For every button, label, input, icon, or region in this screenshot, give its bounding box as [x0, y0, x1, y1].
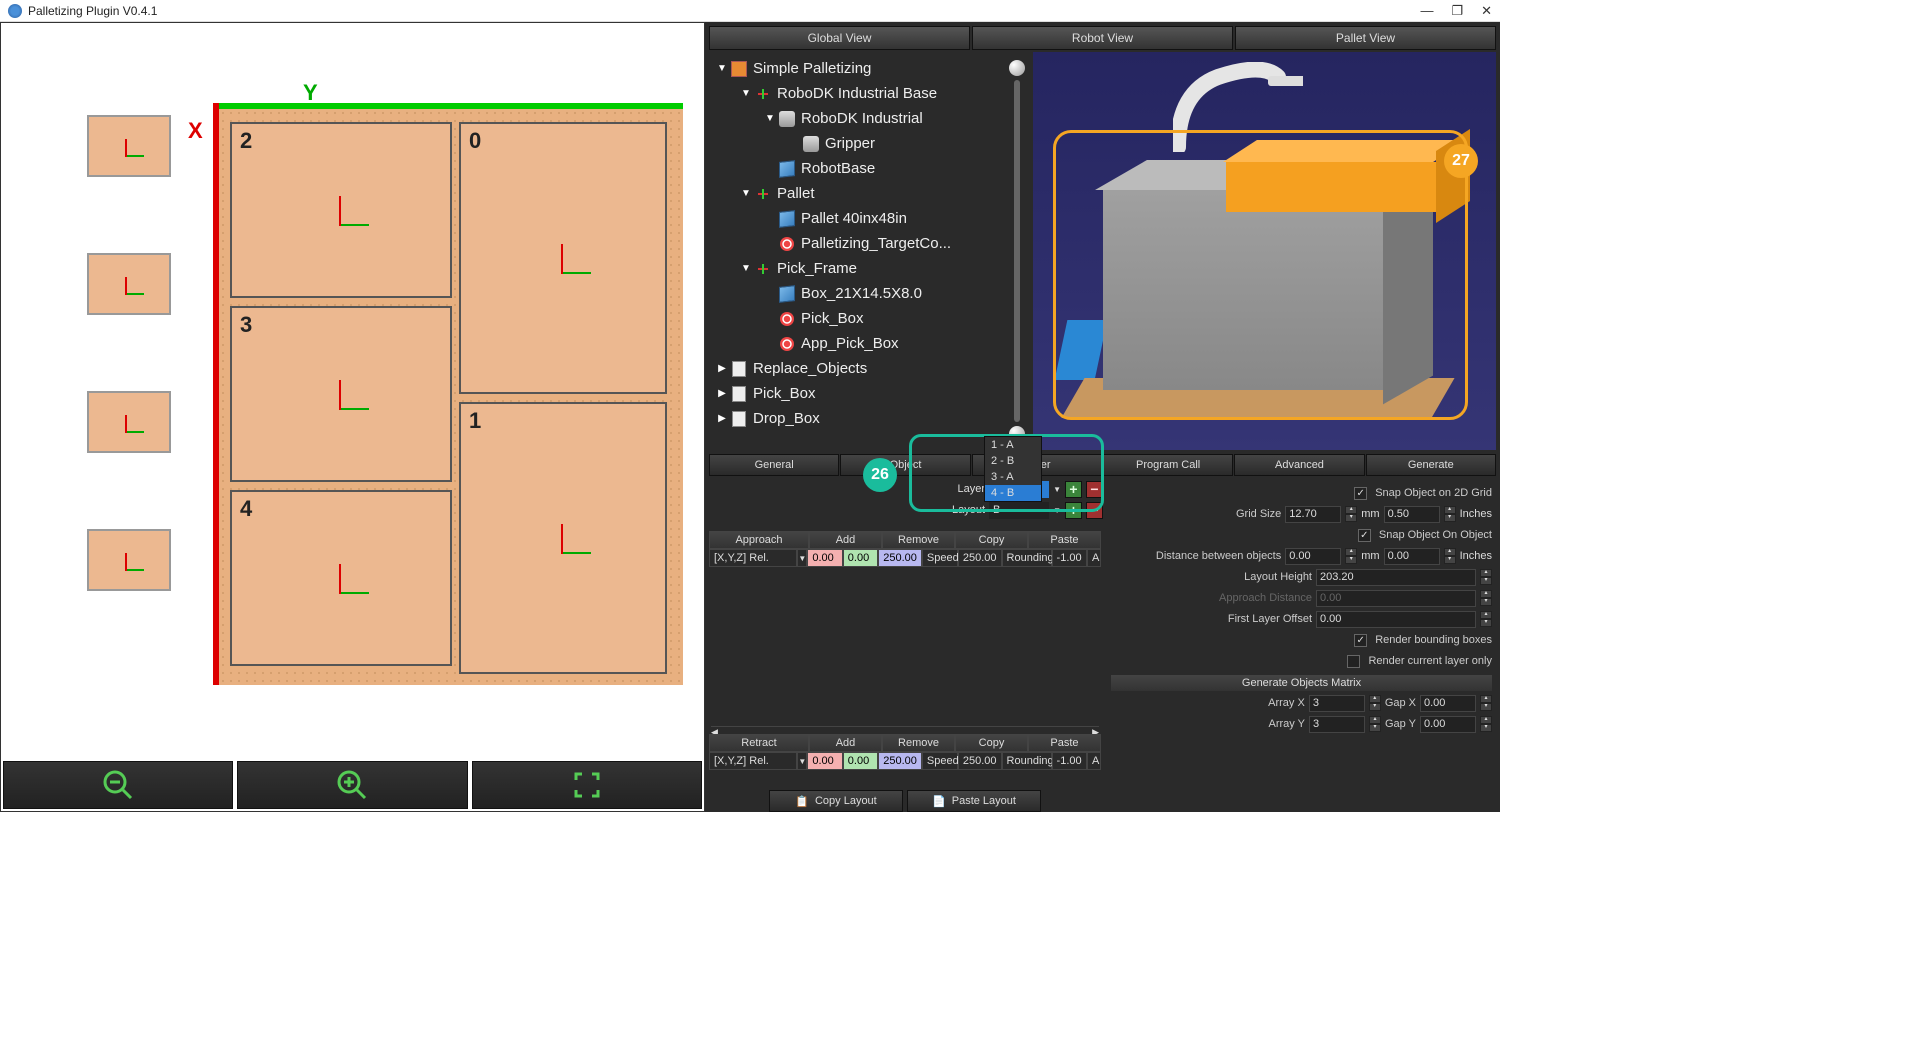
app-icon: [8, 4, 22, 18]
tree-item[interactable]: ▼Simple Palletizing: [709, 56, 1001, 81]
view-tab[interactable]: Pallet View: [1235, 26, 1496, 50]
layer-dropdown-menu[interactable]: 1 - A2 - B3 - A4 - B: [984, 436, 1042, 502]
box-preview-1[interactable]: [87, 253, 171, 315]
viewport-3d[interactable]: 27: [1033, 52, 1496, 450]
annotation-badge-27: 27: [1444, 144, 1478, 178]
minimize-button[interactable]: —: [1420, 3, 1433, 19]
speed-input[interactable]: 250.00: [958, 549, 1002, 567]
window-title: Palletizing Plugin V0.4.1: [28, 4, 157, 18]
gap-y[interactable]: [1420, 716, 1476, 733]
x-input[interactable]: 0.00: [807, 549, 842, 567]
tree-item[interactable]: ▼RoboDK Industrial: [709, 106, 1001, 131]
tree-item[interactable]: Gripper: [709, 131, 1001, 156]
tree-item[interactable]: Box_21X14.5X8.0: [709, 281, 1001, 306]
box-preview-0[interactable]: [87, 115, 171, 177]
remove-button[interactable]: Remove: [882, 531, 955, 549]
array-x[interactable]: [1309, 695, 1365, 712]
distance-in[interactable]: [1384, 548, 1440, 565]
remove-button[interactable]: Remove: [882, 734, 955, 752]
mode-select[interactable]: [X,Y,Z] Rel.: [709, 549, 797, 567]
tree-item[interactable]: Pallet 40inx48in: [709, 206, 1001, 231]
array-y[interactable]: [1309, 716, 1365, 733]
layout-box-2[interactable]: 2: [230, 122, 452, 298]
copy-layout-button[interactable]: 📋Copy Layout: [769, 790, 903, 812]
tree-item[interactable]: ▼Pallet: [709, 181, 1001, 206]
paste-button[interactable]: Paste: [1028, 734, 1101, 752]
close-button[interactable]: ✕: [1481, 3, 1492, 19]
tree-item[interactable]: Pick_Box: [709, 306, 1001, 331]
approach-distance: [1316, 590, 1476, 607]
first-layer-offset[interactable]: [1316, 611, 1476, 628]
copy-button[interactable]: Copy: [955, 531, 1028, 549]
titlebar: Palletizing Plugin V0.4.1 — ❐ ✕: [0, 0, 1500, 22]
view-tab[interactable]: Robot View: [972, 26, 1233, 50]
layout-box-3[interactable]: 3: [230, 306, 452, 482]
y-input[interactable]: 0.00: [843, 752, 878, 770]
fit-view-button[interactable]: [472, 761, 702, 809]
slider-handle-top[interactable]: [1009, 60, 1025, 76]
z-input[interactable]: 250.00: [878, 752, 922, 770]
tree-slider[interactable]: [1007, 52, 1027, 450]
zoom-in-button[interactable]: [237, 761, 467, 809]
distance-mm[interactable]: [1285, 548, 1341, 565]
prop-tab[interactable]: Advanced: [1234, 454, 1364, 476]
tree-item[interactable]: ▶Drop_Box: [709, 406, 1001, 431]
add-button[interactable]: Add: [809, 734, 882, 752]
render-current-layer-checkbox[interactable]: [1347, 655, 1360, 668]
y-input[interactable]: 0.00: [843, 549, 878, 567]
matrix-header: Generate Objects Matrix: [1111, 675, 1492, 691]
snap-object-checkbox[interactable]: ✓: [1358, 529, 1371, 542]
tree-item[interactable]: RobotBase: [709, 156, 1001, 181]
layout-box-1[interactable]: 1: [459, 402, 667, 674]
dropdown-option[interactable]: 3 - A: [985, 469, 1041, 485]
box-preview-3[interactable]: [87, 529, 171, 591]
dropdown-option[interactable]: 1 - A: [985, 437, 1041, 453]
gap-x[interactable]: [1420, 695, 1476, 712]
tree-item[interactable]: ▼Pick_Frame: [709, 256, 1001, 281]
layout-box-4[interactable]: 4: [230, 490, 452, 666]
speed-input[interactable]: 250.00: [958, 752, 1002, 770]
mode-select[interactable]: [X,Y,Z] Rel.: [709, 752, 797, 770]
rounding-input[interactable]: -1.00: [1052, 752, 1087, 770]
tree-item[interactable]: App_Pick_Box: [709, 331, 1001, 356]
zoom-out-button[interactable]: [3, 761, 233, 809]
view-tabs: Global ViewRobot ViewPallet View: [709, 26, 1496, 50]
tree-item[interactable]: ▶Replace_Objects: [709, 356, 1001, 381]
prop-tab[interactable]: Program Call: [1103, 454, 1233, 476]
prop-tab[interactable]: Generate: [1366, 454, 1496, 476]
prop-tab[interactable]: General: [709, 454, 839, 476]
add-button[interactable]: Add: [809, 531, 882, 549]
dropdown-option[interactable]: 2 - B: [985, 453, 1041, 469]
paste-button[interactable]: Paste: [1028, 531, 1101, 549]
layout-height[interactable]: [1316, 569, 1476, 586]
maximize-button[interactable]: ❐: [1451, 3, 1463, 19]
box-preview-2[interactable]: [87, 391, 171, 453]
tree-item[interactable]: ▼RoboDK Industrial Base: [709, 81, 1001, 106]
grid-size-mm[interactable]: [1285, 506, 1341, 523]
snap-2d-checkbox[interactable]: ✓: [1354, 487, 1367, 500]
rounding-input[interactable]: -1.00: [1052, 549, 1087, 567]
grid-size-in[interactable]: [1384, 506, 1440, 523]
tree-item[interactable]: ▶Pick_Box: [709, 381, 1001, 406]
copy-button[interactable]: Copy: [955, 734, 1028, 752]
layout-2d-panel: Y X 0 1 2 3 4: [0, 22, 705, 812]
x-axis-label: X: [188, 118, 203, 144]
view-tab[interactable]: Global View: [709, 26, 970, 50]
scene-tree[interactable]: ▼Simple Palletizing▼RoboDK Industrial Ba…: [709, 52, 1001, 450]
render-bbox-checkbox[interactable]: ✓: [1354, 634, 1367, 647]
layout-box-0[interactable]: 0: [459, 122, 667, 394]
z-input[interactable]: 250.00: [878, 549, 922, 567]
x-input[interactable]: 0.00: [807, 752, 842, 770]
paste-layout-button[interactable]: 📄Paste Layout: [907, 790, 1041, 812]
dropdown-option[interactable]: 4 - B: [985, 485, 1041, 501]
tree-item[interactable]: Palletizing_TargetCo...: [709, 231, 1001, 256]
annotation-27-box: [1053, 130, 1468, 420]
annotation-badge-26: 26: [863, 458, 897, 492]
